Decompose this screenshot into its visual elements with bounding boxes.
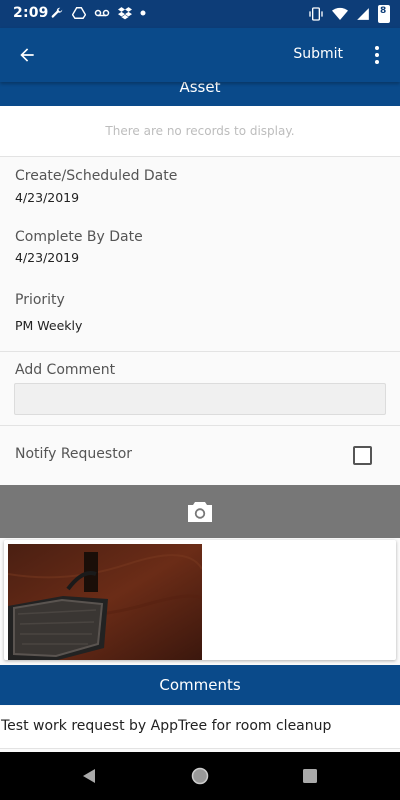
notify-requestor-checkbox[interactable] — [353, 446, 372, 465]
create-date-label: Create/Scheduled Date — [15, 168, 178, 184]
comments-header-label: Comments — [159, 676, 241, 694]
create-date-value: 4/23/2019 — [15, 190, 80, 205]
nav-back-icon[interactable] — [82, 768, 96, 784]
dropbox-icon — [118, 7, 132, 20]
photo-attachment-card — [4, 540, 396, 660]
back-button[interactable] — [14, 42, 40, 68]
add-comment-label: Add Comment — [15, 362, 116, 378]
divider — [0, 351, 400, 352]
app-bar: Submit — [0, 28, 400, 82]
priority-label: Priority — [15, 292, 65, 308]
more-vertical-icon — [375, 46, 379, 64]
status-bar: 2:09 8 — [0, 0, 400, 28]
comment-list-item[interactable]: Test work request by AppTree for room cl… — [0, 706, 400, 749]
asset-section-header: Asset — [0, 78, 400, 106]
photo-thumbnail[interactable] — [7, 544, 207, 660]
add-photo-button[interactable] — [0, 485, 400, 538]
divider — [0, 425, 400, 426]
voicemail-icon — [94, 9, 110, 17]
arrow-left-icon — [20, 48, 34, 62]
asset-empty-message: There are no records to display. — [0, 106, 400, 157]
complete-by-date-label: Complete By Date — [15, 229, 143, 245]
camera-icon — [188, 501, 212, 522]
battery-level: 8 — [380, 6, 387, 16]
submit-button[interactable]: Submit — [293, 46, 343, 62]
notify-requestor-label: Notify Requestor — [15, 446, 133, 462]
battery-icon: 8 — [378, 5, 390, 23]
signal-icon — [357, 8, 369, 20]
dot-icon — [140, 10, 146, 16]
more-options-button[interactable] — [370, 42, 384, 68]
status-system-icons: 8 — [308, 5, 390, 23]
complete-by-date-value: 4/23/2019 — [15, 250, 80, 265]
system-navigation-bar — [0, 752, 400, 800]
drive-icon — [72, 7, 86, 19]
comments-section-header: Comments — [0, 665, 400, 705]
wifi-icon — [332, 7, 348, 20]
nav-home-icon[interactable] — [191, 767, 209, 785]
comment-text: Test work request by AppTree for room cl… — [1, 718, 332, 734]
add-comment-input[interactable] — [14, 383, 386, 415]
priority-value: PM Weekly — [15, 318, 83, 333]
nav-recents-icon[interactable] — [303, 769, 317, 783]
status-notification-icons — [50, 6, 146, 20]
wrench-icon — [51, 7, 63, 18]
vibrate-icon — [309, 7, 323, 21]
status-time: 2:09 — [13, 5, 49, 21]
photo-image — [7, 544, 207, 660]
